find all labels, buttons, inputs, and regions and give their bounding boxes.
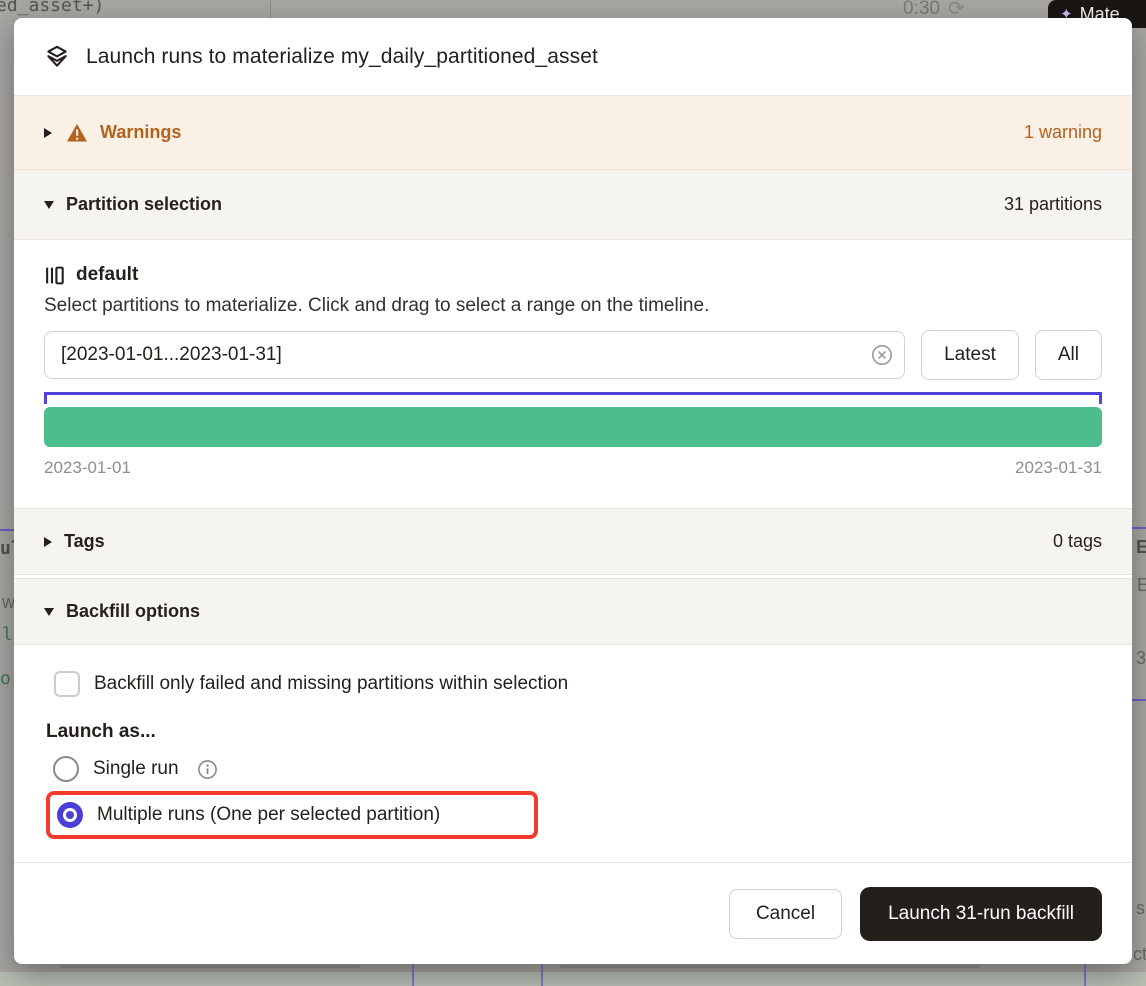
background-gridline <box>412 962 414 986</box>
timeline-end-label: 2023-01-31 <box>1015 458 1102 478</box>
background-fragment: ct <box>1133 944 1146 965</box>
launch-backfill-button[interactable]: Launch 31-run backfill <box>860 887 1102 941</box>
warnings-count: 1 warning <box>1024 122 1102 143</box>
background-text-blur <box>560 965 980 968</box>
partition-selection-header[interactable]: Partition selection 31 partitions <box>14 170 1132 240</box>
background-gridline <box>1084 962 1086 986</box>
partition-selection-body: default Select partitions to materialize… <box>14 240 1132 508</box>
checkbox-label: Backfill only failed and missing partiti… <box>94 673 568 695</box>
tags-section-header[interactable]: Tags 0 tags <box>14 508 1132 575</box>
background-fragment: 3 <box>1136 648 1146 669</box>
warnings-section-header[interactable]: Warnings 1 warning <box>14 96 1132 170</box>
timeline-selection-bracket <box>44 392 1102 404</box>
tags-count: 0 tags <box>1053 531 1102 552</box>
chevron-down-icon <box>44 608 54 616</box>
backfill-options-label: Backfill options <box>66 601 200 622</box>
background-search-fragment: ed_asset+) <box>0 0 104 16</box>
single-run-option[interactable]: Single run <box>53 753 1102 785</box>
materialize-layers-icon <box>44 44 70 70</box>
partition-range-input[interactable] <box>44 331 905 379</box>
warnings-label: Warnings <box>100 122 181 143</box>
background-fragment: o <box>0 668 11 689</box>
background-fragment: E <box>1137 575 1146 596</box>
annotation-highlight-box: Multiple runs (One per selected partitio… <box>46 791 538 839</box>
backfill-options-body: Backfill only failed and missing partiti… <box>14 645 1132 862</box>
background-fragment: s <box>1136 898 1145 919</box>
screen: ed_asset+) 0:30 ⟳ ✦ Mate ul w l o E E 3 … <box>0 0 1146 986</box>
radio-selected[interactable] <box>57 802 83 828</box>
dimension-name: default <box>76 264 138 286</box>
partition-set-icon <box>44 265 65 286</box>
countdown-value: 0:30 <box>903 0 940 20</box>
multiple-runs-label: Multiple runs (One per selected partitio… <box>97 804 440 826</box>
background-text-blur <box>60 965 360 968</box>
dialog-title: Launch runs to materialize my_daily_part… <box>86 45 598 69</box>
background-rule <box>1132 527 1146 529</box>
latest-button[interactable]: Latest <box>921 330 1019 380</box>
warning-icon <box>66 123 88 143</box>
all-button[interactable]: All <box>1035 330 1102 380</box>
dialog-header: Launch runs to materialize my_daily_part… <box>14 18 1132 96</box>
radio-unselected[interactable] <box>53 756 79 782</box>
checkbox-unchecked[interactable] <box>54 671 80 697</box>
partition-selection-label: Partition selection <box>66 194 222 215</box>
chevron-down-icon <box>44 201 54 209</box>
timeline-date-row: 2023-01-01 2023-01-31 <box>44 458 1102 478</box>
background-gridline <box>541 962 543 986</box>
single-run-label: Single run <box>93 758 179 780</box>
background-rule <box>1132 699 1146 701</box>
launch-backfill-dialog: Launch runs to materialize my_daily_part… <box>14 18 1132 964</box>
dialog-footer: Cancel Launch 31-run backfill <box>14 862 1132 964</box>
multiple-runs-option[interactable]: Multiple runs (One per selected partitio… <box>57 800 524 830</box>
launch-as-label: Launch as... <box>46 721 1102 743</box>
timeline-selected-range[interactable] <box>44 407 1102 447</box>
failed-missing-checkbox-row[interactable]: Backfill only failed and missing partiti… <box>54 671 1102 697</box>
clear-input-icon[interactable] <box>871 344 893 366</box>
partition-range-wrap <box>44 331 905 379</box>
partition-count: 31 partitions <box>1004 194 1102 215</box>
chevron-right-icon <box>44 537 52 547</box>
chevron-right-icon <box>44 128 52 138</box>
background-fragment: l <box>2 624 13 645</box>
background-rule <box>0 529 14 531</box>
background-fragment: E <box>1136 537 1146 558</box>
dimension-row: default <box>44 264 1102 286</box>
background-table-band <box>0 972 1146 986</box>
cancel-button[interactable]: Cancel <box>729 889 842 939</box>
tags-label: Tags <box>64 531 105 552</box>
info-icon[interactable] <box>197 759 218 780</box>
partition-helper-text: Select partitions to materialize. Click … <box>44 295 1102 317</box>
backfill-options-header[interactable]: Backfill options <box>14 578 1132 645</box>
background-divider <box>270 0 271 18</box>
timeline-start-label: 2023-01-01 <box>44 458 131 478</box>
partition-range-row: Latest All <box>44 330 1102 380</box>
